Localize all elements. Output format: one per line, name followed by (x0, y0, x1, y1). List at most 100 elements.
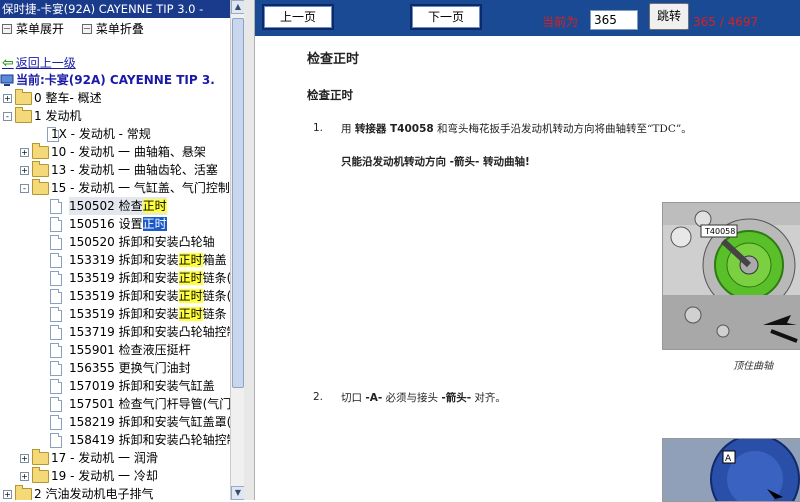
folder-icon (32, 449, 49, 465)
expand-toggle-icon[interactable]: + (20, 472, 29, 481)
tree-doc[interactable]: 153519 拆卸和安装正时链条( (0, 287, 231, 305)
tree-label-text: 153519 拆卸和安装 (69, 289, 179, 303)
document-icon (50, 343, 62, 358)
tree-label-text: 158419 拆卸和安装凸轮轴控制 (69, 433, 239, 447)
tree-label: 150516 设置正时 (69, 215, 167, 233)
computer-icon (0, 74, 14, 86)
tree-scrollbar[interactable]: ▲ ▼ (230, 0, 244, 500)
camshaft-figure: A (662, 438, 800, 502)
scroll-thumb[interactable] (232, 18, 244, 388)
tree-label: 2 汽油发动机电子排气 (34, 487, 154, 500)
tree-folder[interactable]: +2 汽油发动机电子排气 (0, 485, 230, 500)
tree-label: 157019 拆卸和安装气缸盖 (69, 377, 215, 395)
document-icon (50, 199, 62, 214)
tree-label-text: 157019 拆卸和安装气缸盖 (69, 379, 215, 393)
document-icon (50, 397, 62, 412)
tree-label-text: 150516 设置 (69, 217, 143, 231)
tree-doc[interactable]: 157501 检查气门杆导管(气门 (0, 395, 231, 413)
tree-doc[interactable]: 153519 拆卸和安装正时链条 (0, 305, 230, 323)
tree-doc[interactable]: 158219 拆卸和安装气缸盖罩( (0, 413, 231, 431)
document-icon (50, 325, 62, 340)
step-2-number: 2. (313, 391, 324, 403)
scroll-up-icon[interactable]: ▲ (231, 0, 244, 14)
document-icon (50, 271, 62, 286)
collapse-toggle-icon[interactable]: - (20, 184, 29, 193)
tree-label: 157501 检查气门杆导管(气门 (69, 395, 231, 413)
document-view: 检查正时 检查正时 1. 用 转接器 T40058 和弯头梅花扳手沿发动机转动方… (255, 36, 800, 502)
tree-label: 1 发动机 (34, 109, 82, 123)
current-location: 当前:卡宴(92A) CAYENNE TIP 3. (0, 71, 230, 89)
section-title: 检查正时 (307, 88, 353, 102)
expand-toggle-icon[interactable]: + (3, 94, 12, 103)
document-icon (50, 415, 62, 430)
folder-icon (15, 107, 32, 123)
tree-doc[interactable]: 150516 设置正时 (0, 215, 230, 233)
back-arrow-icon: ⇦ (2, 54, 14, 71)
folder-icon (32, 161, 49, 177)
tree-label-text: 150520 拆卸和安装凸轮轴 (69, 235, 215, 249)
panel-divider[interactable] (244, 0, 255, 500)
tree-label: 158219 拆卸和安装气缸盖罩( (69, 413, 231, 431)
page-number-input[interactable] (590, 10, 638, 30)
document-icon (50, 253, 62, 268)
tree-label-text: 箱盖 (202, 253, 227, 267)
tree-doc[interactable]: 153519 拆卸和安装正时链条( (0, 269, 231, 287)
tree-label: 1X - 发动机 - 常规 (51, 127, 151, 141)
tree-label-text: 150502 检查 (69, 199, 143, 213)
tree-doc[interactable]: 153719 拆卸和安装凸轮轴控制 (0, 323, 239, 341)
jump-button[interactable]: 跳转 (649, 3, 689, 30)
crankshaft-figure: T40058 (662, 202, 800, 350)
tree-doc[interactable]: 153319 拆卸和安装正时箱盖 (0, 251, 230, 269)
tree-doc[interactable]: 1X - 发动机 - 常规 (0, 125, 230, 143)
expand-toggle-icon[interactable]: + (20, 166, 29, 175)
tree-doc[interactable]: 157019 拆卸和安装气缸盖 (0, 377, 230, 395)
search-highlight: 正时 (142, 199, 167, 213)
tree-label-text: 153719 拆卸和安装凸轮轴控制 (69, 325, 239, 339)
tree-doc[interactable]: 155901 检查液压挺杆 (0, 341, 230, 359)
document-icon (50, 433, 62, 448)
document-icon (50, 379, 62, 394)
tree-folder[interactable]: - 15 - 发动机 一 气缸盖、气门控制 (0, 179, 230, 197)
page-title: 检查正时 (307, 52, 360, 67)
tree-label: 153719 拆卸和安装凸轮轴控制 (69, 323, 239, 341)
folder-icon (15, 485, 32, 500)
expand-toggle-icon[interactable]: + (20, 148, 29, 157)
tree-label: 153519 拆卸和安装正时链条( (69, 269, 231, 287)
tree-label-text: 链条( (202, 271, 232, 285)
tree-folder[interactable]: +10 - 发动机 一 曲轴箱、悬架 (0, 143, 230, 161)
document-icon (50, 361, 62, 376)
search-highlight: 正时 (178, 307, 203, 321)
expand-toggle-icon[interactable]: + (20, 454, 29, 463)
folder-icon (32, 179, 49, 195)
collapse-toggle-icon[interactable]: - (3, 112, 12, 121)
prev-page-button[interactable]: 上一页 (262, 4, 334, 30)
scroll-down-icon[interactable]: ▼ (231, 486, 244, 500)
collapse-square-icon (81, 24, 92, 34)
tool-label: T40058 (704, 227, 735, 236)
tree-folder[interactable]: +19 - 发动机 一 冷却 (0, 467, 230, 485)
tree-folder[interactable]: +0 整车- 概述 (0, 89, 230, 107)
tree-label: 150520 拆卸和安装凸轮轴 (69, 233, 215, 251)
tree-label: 17 - 发动机 一 润滑 (51, 451, 158, 465)
step-1-number: 1. (313, 122, 324, 134)
document-icon (50, 307, 62, 322)
tree-folder[interactable]: +17 - 发动机 一 润滑 (0, 449, 230, 467)
document-icon (50, 289, 62, 304)
tree-doc[interactable]: 156355 更换气门油封 (0, 359, 230, 377)
current-page-label: 当前为 (542, 15, 579, 29)
next-page-button[interactable]: 下一页 (410, 4, 482, 30)
tree-label: 13 - 发动机 一 曲轴齿轮、活塞 (51, 163, 218, 177)
tree-doc[interactable]: 150520 拆卸和安装凸轮轴 (0, 233, 230, 251)
tree-doc[interactable]: 158419 拆卸和安装凸轮轴控制 (0, 431, 239, 449)
tree-label: 15 - 发动机 一 气缸盖、气门控制 (51, 181, 230, 195)
expand-toggle-icon[interactable]: + (3, 490, 12, 499)
menu-expand-button[interactable]: 菜单展开 (2, 20, 64, 38)
tree-folder[interactable]: +13 - 发动机 一 曲轴齿轮、活塞 (0, 161, 230, 179)
tree-label: 155901 检查液压挺杆 (69, 341, 191, 359)
back-link[interactable]: ⇦ 返回上一级 (2, 54, 76, 71)
menu-collapse-button[interactable]: 菜单折叠 (81, 20, 144, 38)
tree-label: 158419 拆卸和安装凸轮轴控制 (69, 431, 239, 449)
tree-doc[interactable]: 150502 检查正时 (0, 197, 230, 215)
tree-folder[interactable]: - 1 发动机 (0, 107, 230, 125)
folder-icon (32, 143, 49, 159)
